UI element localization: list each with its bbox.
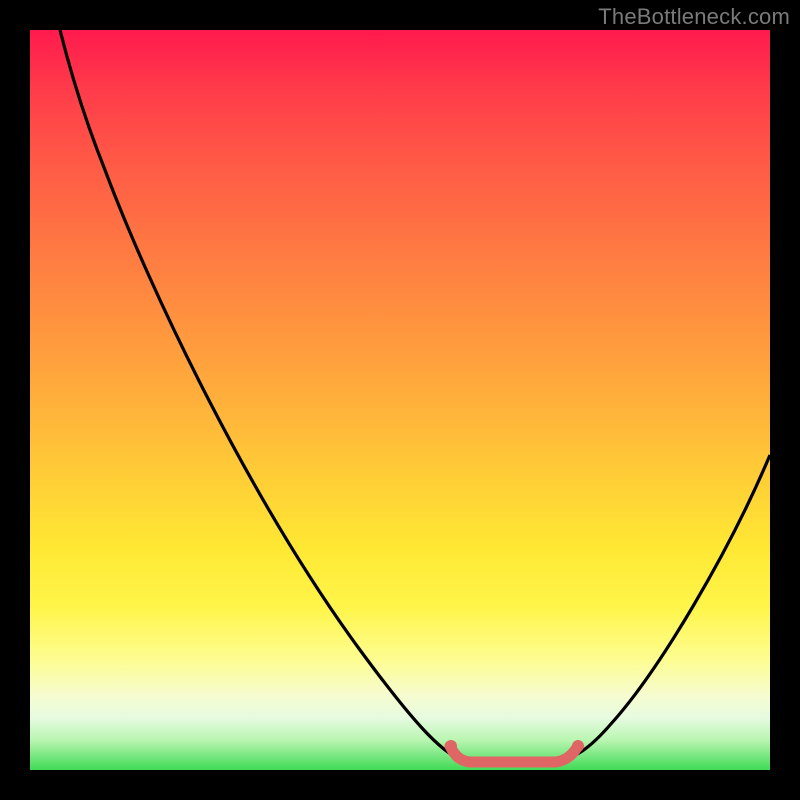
optimal-range-start-dot (445, 740, 457, 752)
optimal-range-end-dot (572, 740, 584, 752)
plot-area (30, 30, 770, 770)
watermark-text: TheBottleneck.com (598, 4, 790, 30)
bottleneck-curve (60, 30, 770, 762)
optimal-range-marker (450, 746, 578, 762)
chart-frame: TheBottleneck.com (0, 0, 800, 800)
curve-svg (30, 30, 770, 770)
